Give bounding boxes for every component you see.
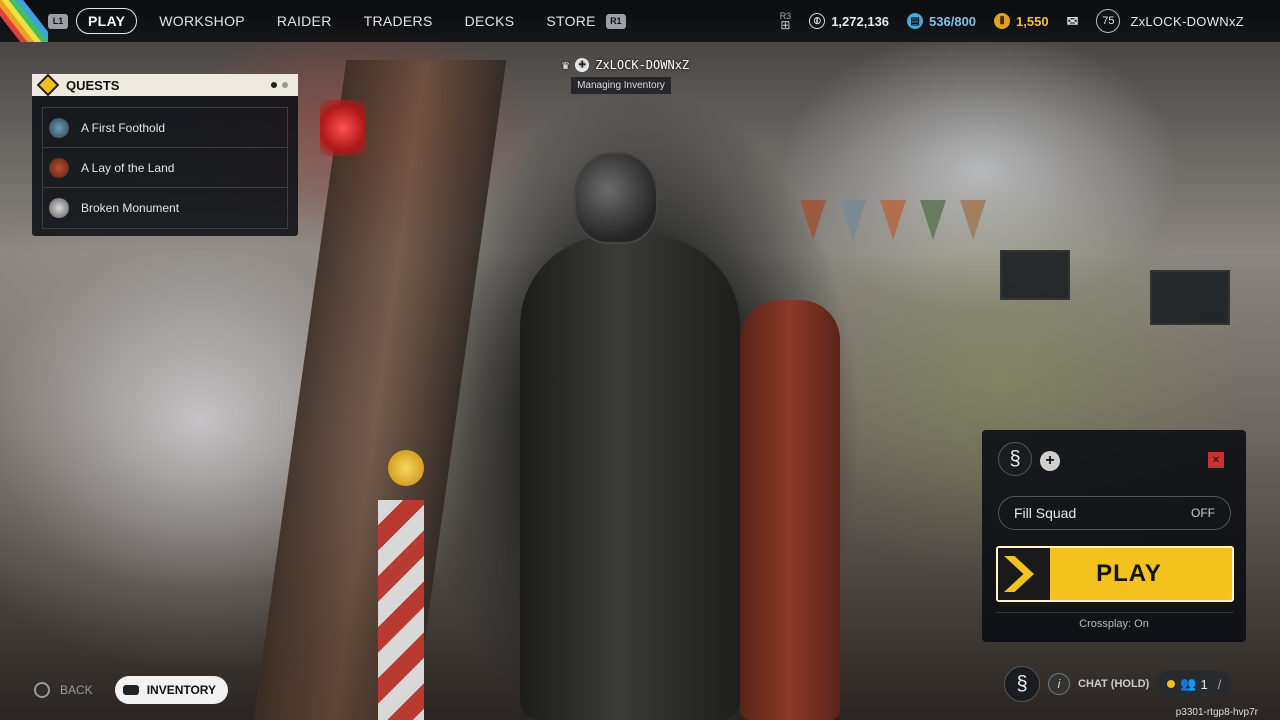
- nameplate-username: ZxLOCK-DOWNxZ: [595, 58, 690, 72]
- quest-giver-avatar-icon: [49, 157, 69, 178]
- back-button[interactable]: BACK: [34, 682, 93, 698]
- quests-header: QUESTS: [32, 73, 298, 97]
- quests-title: QUESTS: [66, 77, 120, 93]
- player-nameplate: ♛ + ZxLOCK-DOWNxZ Managing Inventory: [562, 58, 722, 94]
- main-nav: L1 PLAY WORKSHOP RAIDER TRADERS DECKS ST…: [48, 0, 626, 42]
- quest-item[interactable]: Broken Monument: [43, 188, 287, 228]
- crown-icon: ♛: [562, 58, 570, 72]
- fill-squad-state: OFF: [1191, 506, 1215, 520]
- session-id: p3301-rtgp8-hvp7r: [1175, 707, 1258, 718]
- play-button[interactable]: PLAY: [996, 546, 1234, 602]
- party-status-dot: [1167, 680, 1176, 688]
- pennant-flag: [800, 200, 826, 240]
- top-bar: L1 PLAY WORKSHOP RAIDER TRADERS DECKS ST…: [0, 0, 1280, 42]
- player-status: Managing Inventory: [571, 77, 671, 94]
- squad-leader-avatar[interactable]: §: [998, 442, 1032, 476]
- player-username[interactable]: ZxLOCK-DOWNxZ: [1130, 14, 1244, 29]
- mic-icon: /: [1217, 676, 1222, 692]
- tokens-display[interactable]: ⦀ 1,550: [994, 13, 1049, 29]
- quest-giver-avatar-icon: [49, 198, 69, 218]
- l1-hint: L1: [48, 13, 68, 29]
- quest-item[interactable]: A Lay of the Land: [43, 148, 287, 188]
- quest-giver-avatar-icon: [49, 117, 69, 138]
- currency-bar: R3 ⊞ ⦶ 1,272,136 ▤ 536/800 ⦀ 1,550 ✉ 75 …: [780, 0, 1280, 42]
- pennant-flag: [840, 200, 866, 240]
- striped-barrier: [378, 500, 424, 720]
- chat-hold-label[interactable]: CHAT (HOLD): [1078, 678, 1149, 690]
- raider-character-body: [520, 236, 740, 720]
- rainbow-stripe-logo: [0, 0, 48, 42]
- coin-icon: ⦶: [809, 13, 826, 29]
- stash-icon: ▤: [907, 13, 924, 29]
- inventory-button[interactable]: INVENTORY: [114, 676, 229, 704]
- coins-display[interactable]: ⦶ 1,272,136: [809, 13, 889, 29]
- people-icon: 👥: [1180, 676, 1197, 691]
- pennant-flag: [880, 200, 906, 240]
- mail-button[interactable]: ✉: [1067, 13, 1079, 30]
- mute-mic-icon[interactable]: ✕: [1208, 452, 1224, 468]
- quest-page-dots: [266, 82, 288, 88]
- divider: [996, 612, 1234, 613]
- stash-display[interactable]: ▤ 536/800: [907, 13, 976, 29]
- quests-panel: QUESTS A First Foothold A Lay of the Lan…: [32, 73, 298, 236]
- token-icon: ⦀: [994, 13, 1011, 29]
- crossplay-status: Crossplay: On: [1079, 618, 1149, 630]
- snake-emblem-icon: §: [1016, 672, 1028, 695]
- fill-squad-toggle[interactable]: Fill Squad OFF: [998, 496, 1231, 530]
- plus-icon: +: [575, 58, 590, 72]
- stall-monitor: [1150, 270, 1230, 325]
- info-icon[interactable]: i: [1048, 673, 1070, 695]
- party-indicator[interactable]: 👥 1 /: [1157, 671, 1232, 697]
- pennant-flag: [920, 200, 946, 240]
- squad-panel: § + ✕ Fill Squad OFF PLAY Crossplay: On: [982, 430, 1246, 642]
- tab-store[interactable]: STORE: [546, 13, 595, 29]
- tab-raider[interactable]: RAIDER: [277, 13, 332, 29]
- mail-icon: ✉: [1066, 12, 1079, 29]
- controller-icon: ⊞: [780, 18, 791, 32]
- touchpad-icon: [122, 685, 139, 695]
- player-level-badge: 75: [1096, 9, 1121, 33]
- tab-traders[interactable]: TRADERS: [364, 13, 433, 29]
- tab-play[interactable]: PLAY: [76, 8, 138, 34]
- bottom-right-controls: § i CHAT (HOLD) 👥 1 /: [1004, 666, 1232, 702]
- bottom-left-controls: BACK INVENTORY: [34, 676, 229, 704]
- pennant-flag: [960, 200, 986, 240]
- tab-decks[interactable]: DECKS: [465, 13, 515, 29]
- red-warning-light: [320, 100, 366, 156]
- r3-hint: R3 ⊞: [779, 11, 792, 32]
- tab-workshop[interactable]: WORKSHOP: [159, 13, 245, 29]
- yellow-lamp: [388, 450, 424, 486]
- r1-hint: R1: [605, 13, 626, 29]
- add-squad-member-button[interactable]: +: [1040, 451, 1060, 471]
- quest-item[interactable]: A First Foothold: [43, 108, 287, 148]
- npc-figure: [740, 300, 840, 720]
- quest-list: A First Foothold A Lay of the Land Broke…: [42, 107, 288, 229]
- snake-emblem-icon: §: [1009, 447, 1021, 470]
- raider-character-helmet: [574, 152, 658, 244]
- circle-button-icon: [34, 682, 50, 698]
- stall-monitor: [1000, 250, 1070, 300]
- player-avatar[interactable]: §: [1004, 666, 1040, 702]
- play-chevron-icon: [998, 548, 1050, 600]
- quest-diamond-icon: [36, 73, 60, 97]
